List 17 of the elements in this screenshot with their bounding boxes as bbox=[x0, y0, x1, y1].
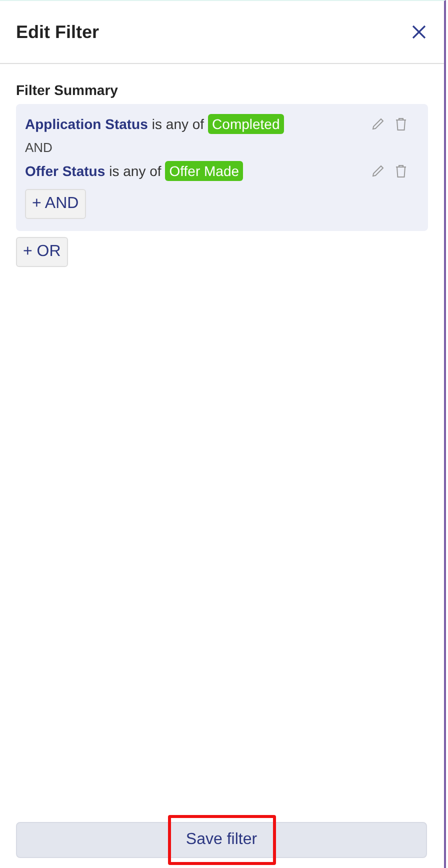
close-icon[interactable] bbox=[412, 25, 426, 39]
pencil-icon[interactable] bbox=[371, 164, 385, 178]
add-or-button[interactable]: + OR bbox=[16, 237, 68, 267]
section-title: Filter Summary bbox=[16, 82, 118, 98]
field-name: Offer Status bbox=[25, 163, 106, 179]
save-filter-button[interactable]: Save filter bbox=[16, 822, 427, 858]
value-tag: Offer Made bbox=[165, 161, 244, 181]
trash-icon[interactable] bbox=[395, 164, 407, 178]
panel-title: Edit Filter bbox=[16, 22, 100, 42]
operator-label: is any of bbox=[152, 116, 204, 132]
trash-icon[interactable] bbox=[395, 117, 407, 131]
joiner-label: AND bbox=[25, 140, 52, 155]
value-tag: Completed bbox=[208, 114, 284, 134]
add-and-button[interactable]: + AND bbox=[25, 189, 86, 219]
operator-label: is any of bbox=[109, 163, 162, 179]
pencil-icon[interactable] bbox=[371, 117, 385, 131]
field-name: Application Status bbox=[25, 116, 148, 132]
